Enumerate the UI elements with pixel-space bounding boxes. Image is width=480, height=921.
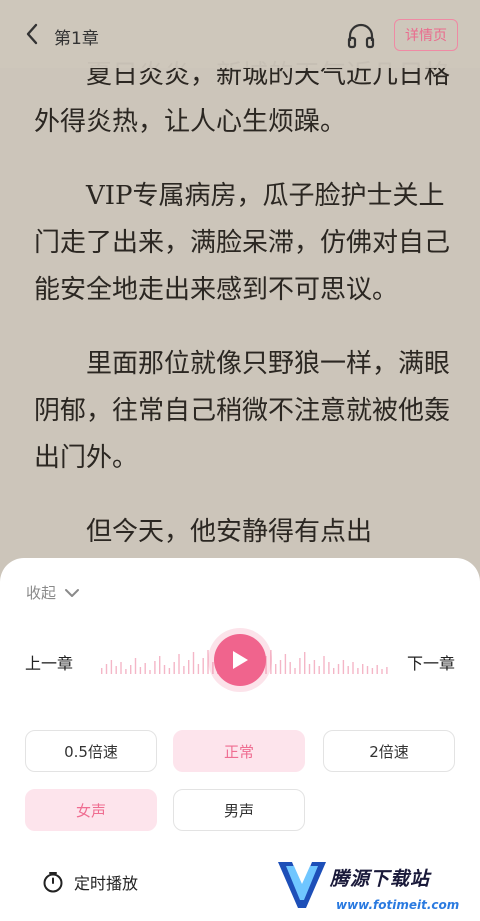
waveform-bar <box>352 662 354 674</box>
chapter-content: 夏日炎炎，新城的天气近几日格外得炎热，让人心生烦躁。 VIP专属病房，瓜子脸护士… <box>34 52 450 583</box>
waveform-bar <box>130 665 132 674</box>
waveform-bar <box>168 668 171 674</box>
top-bar: 第1章 详情页 <box>0 0 480 68</box>
waveform-bar <box>192 652 195 674</box>
waveform-bar <box>178 654 180 674</box>
headphone-button[interactable] <box>346 22 376 50</box>
waveform-bar <box>188 660 190 674</box>
waveform-bar <box>337 664 340 674</box>
waveform-bar <box>299 658 301 674</box>
waveform-bar <box>207 650 209 674</box>
waveform-bar <box>328 662 330 674</box>
waveform-bar <box>139 667 142 674</box>
waveform-bar <box>357 668 359 674</box>
waveform-bar <box>376 665 378 674</box>
waveform-bar <box>270 650 272 674</box>
watermark: 腾源下载站 www.fotimeit.com <box>276 858 472 918</box>
watermark-logo-icon <box>278 862 326 908</box>
waveform-bar <box>371 668 374 674</box>
paragraph-4: 但今天，他安静得有点出 <box>86 517 373 547</box>
waveform-bar <box>183 666 185 674</box>
waveform-bar <box>362 664 364 674</box>
waveform-bar <box>120 662 122 674</box>
play-button[interactable] <box>214 634 266 686</box>
chevron-down-icon <box>65 588 80 597</box>
collapse-label: 收起 <box>26 584 57 602</box>
waveform-bar <box>289 662 291 674</box>
speed-0.5x-button[interactable]: 0.5倍速 <box>25 730 157 772</box>
waveform-bar <box>159 656 161 674</box>
paragraph-2: VIP专属病房，瓜子脸护士关上门走了出来，满脸呆滞，仿佛对自己能安全地走出来感到… <box>34 181 451 305</box>
play-icon <box>233 651 248 669</box>
voice-female-button[interactable]: 女声 <box>25 789 157 831</box>
waveform-bar <box>347 666 349 674</box>
waveform-bar <box>149 670 151 674</box>
waveform-bar <box>275 664 277 674</box>
waveform-bar <box>381 669 383 674</box>
waveform-bar <box>284 654 287 674</box>
headphone-icon <box>347 23 375 49</box>
waveform-bar <box>366 666 369 674</box>
waveform-bar <box>163 665 166 674</box>
chapter-title: 第1章 <box>54 29 99 49</box>
waveform-bar <box>197 664 200 674</box>
prev-chapter-button[interactable]: 上一章 <box>25 650 73 674</box>
waveform-bar <box>386 667 388 674</box>
timer-button[interactable]: 定时播放 <box>42 870 138 894</box>
waveform-bar <box>144 663 146 674</box>
waveform-bar <box>110 660 113 674</box>
waveform-bar <box>318 666 320 674</box>
waveform-bar <box>115 666 117 674</box>
waveform-bar <box>134 658 137 674</box>
speed-normal-button[interactable]: 正常 <box>173 730 305 772</box>
waveform-bar <box>304 652 306 674</box>
waveform-bar <box>154 661 156 674</box>
speed-2x-button[interactable]: 2倍速 <box>323 730 455 772</box>
timer-icon <box>43 872 63 893</box>
paragraph-3: 里面那位就像只野狼一样，满眼阴郁，往常自己稍微不注意就被他轰出门外。 <box>34 349 451 473</box>
waveform-bar <box>173 662 175 674</box>
next-chapter-button[interactable]: 下一章 <box>407 650 455 674</box>
waveform-bar <box>105 664 108 674</box>
back-button[interactable] <box>20 22 44 46</box>
collapse-button[interactable]: 收起 <box>26 582 80 603</box>
timer-label: 定时播放 <box>74 874 139 893</box>
detail-page-button[interactable]: 详情页 <box>394 19 458 51</box>
waveform-bar <box>125 669 127 674</box>
waveform-bar <box>202 658 204 674</box>
waveform-bar <box>333 668 335 674</box>
waveform-bar <box>342 660 345 674</box>
waveform-bar <box>323 656 325 674</box>
waveform-bar <box>294 668 296 674</box>
waveform-bar <box>279 660 282 674</box>
chevron-left-icon <box>26 23 38 45</box>
waveform-bar <box>313 660 316 674</box>
waveform-bar <box>308 664 311 674</box>
waveform-bar <box>101 668 103 674</box>
voice-male-button[interactable]: 男声 <box>173 789 305 831</box>
watermark-title: 腾源下载站 <box>330 868 431 890</box>
watermark-url: www.fotimeit.com <box>336 898 460 912</box>
